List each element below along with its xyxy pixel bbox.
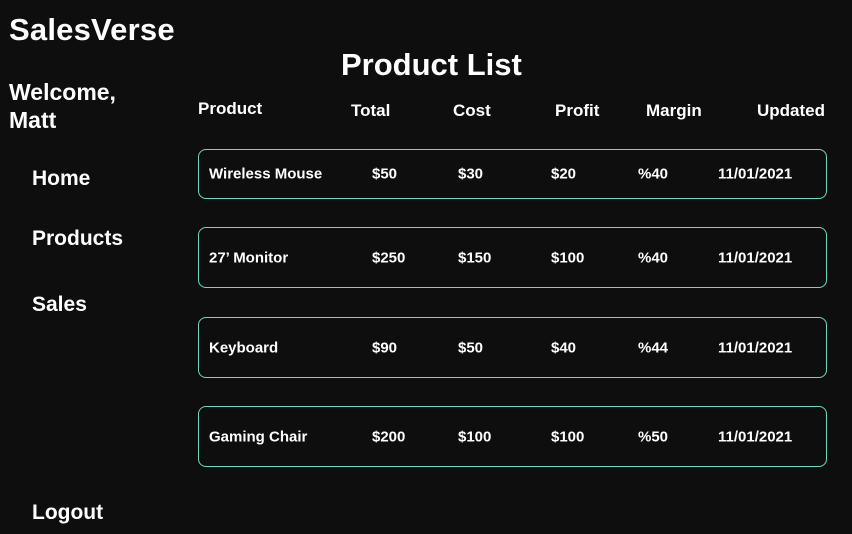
cell-updated: 11/01/2021 xyxy=(718,428,793,445)
sidebar-item-home[interactable]: Home xyxy=(32,166,90,192)
cell-cost: $30 xyxy=(458,165,484,183)
cell-profit: $20 xyxy=(551,165,577,183)
cell-product: Gaming Chair xyxy=(209,428,308,445)
logout-button[interactable]: Logout xyxy=(32,500,103,526)
column-header-cost: Cost xyxy=(453,101,491,120)
cell-margin: %44 xyxy=(638,339,669,356)
cell-total: $50 xyxy=(372,165,398,183)
sidebar-item-sales[interactable]: Sales xyxy=(32,292,87,318)
cell-margin: %40 xyxy=(638,249,669,266)
sidebar-item-products[interactable]: Products xyxy=(32,226,123,252)
column-header-product: Product xyxy=(198,99,263,118)
cell-total: $200 xyxy=(372,428,406,445)
cell-cost: $100 xyxy=(458,428,492,445)
cell-cost: $150 xyxy=(458,249,492,266)
cell-cost: $50 xyxy=(458,339,484,356)
cell-product: 27’ Monitor xyxy=(209,249,289,266)
cell-total: $90 xyxy=(372,339,398,356)
cell-profit: $40 xyxy=(551,339,577,356)
cell-profit: $100 xyxy=(551,428,585,445)
table-row[interactable]: Wireless Mouse $50 $30 $20 %40 11/01/202… xyxy=(198,149,827,199)
cell-updated: 11/01/2021 xyxy=(718,249,793,266)
welcome-message: Welcome, Matt xyxy=(9,79,116,133)
cell-product: Wireless Mouse xyxy=(209,165,323,183)
column-header-total: Total xyxy=(351,101,391,120)
cell-product: Keyboard xyxy=(209,339,279,356)
column-header-profit: Profit xyxy=(555,101,600,120)
app-root: SalesVerse Welcome, Matt Home Products S… xyxy=(0,0,852,534)
table-row[interactable]: 27’ Monitor $250 $150 $100 %40 11/01/202… xyxy=(198,227,827,288)
cell-updated: 11/01/2021 xyxy=(718,339,793,356)
page-title: Product List xyxy=(341,47,522,82)
cell-total: $250 xyxy=(372,249,406,266)
column-header-margin: Margin xyxy=(646,101,702,120)
cell-margin: %40 xyxy=(638,165,669,183)
cell-updated: 11/01/2021 xyxy=(718,165,793,183)
column-header-updated: Updated xyxy=(757,101,825,120)
brand-logo-text: SalesVerse xyxy=(9,12,175,47)
cell-margin: %50 xyxy=(638,428,669,445)
table-row[interactable]: Gaming Chair $200 $100 $100 %50 11/01/20… xyxy=(198,406,827,467)
table-row[interactable]: Keyboard $90 $50 $40 %44 11/01/2021 xyxy=(198,317,827,378)
cell-profit: $100 xyxy=(551,249,585,266)
